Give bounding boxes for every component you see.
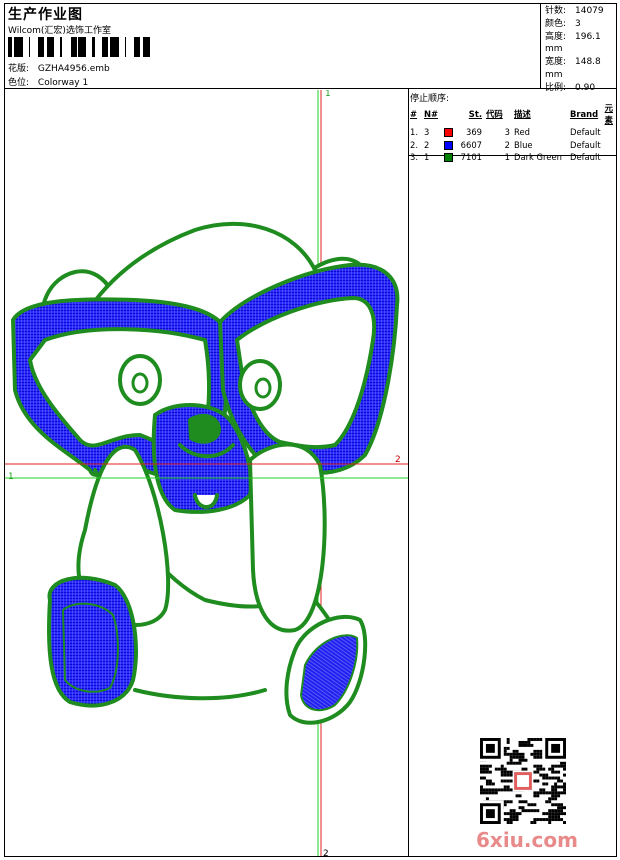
right-paw [248, 442, 327, 633]
table-header: # N# St. 代码 描述 Brand 元素 [410, 103, 613, 125]
marker-left: 1 [8, 472, 14, 482]
qr-code [480, 738, 566, 824]
watermark: 6xiu.com [476, 828, 578, 852]
color-swatch-green [444, 153, 453, 163]
design-label: 花版: [8, 64, 30, 74]
table-row: 2. 2 6607 2 Blue Default [410, 139, 601, 150]
left-pupil [131, 372, 149, 394]
colorway: 色位: Colorway 1 [8, 75, 88, 88]
colorway-label: 色位: [8, 78, 30, 88]
marker-right: 2 [395, 455, 401, 465]
stat-height: 高度: 196.1 mm [545, 31, 601, 55]
table-row: 3. 1 7101 1 Dark Green Default [410, 152, 601, 163]
nose [188, 413, 221, 444]
panel-divider [408, 88, 409, 857]
marker-bottom: 2 [323, 849, 329, 856]
left-sole [62, 602, 119, 693]
design-value: GZHA4956.emb [37, 64, 110, 74]
color-table: # N# St. 代码 描述 Brand 元素 1. 3 369 3 Red D… [408, 102, 620, 164]
design-name: 花版: GZHA4956.emb [8, 61, 110, 74]
table-row: 1. 3 369 3 Red Default [410, 127, 601, 138]
embroidery-design: 1 2 1 2 [5, 90, 408, 856]
bear-embroidery [11, 221, 400, 725]
marker-top: 1 [325, 90, 331, 99]
stat-stitches: 针数: 14079 [545, 6, 604, 16]
color-swatch-blue [444, 140, 453, 150]
colorway-value: Colorway 1 [37, 78, 89, 88]
page-title: 生产作业图 [8, 7, 83, 23]
stat-colors: 颜色: 3 [545, 18, 581, 29]
stat-width: 宽度: 148.8 mm [545, 57, 601, 80]
color-swatch-red [444, 128, 453, 138]
company-name: Wilcom(汇宏)选饰工作室 [8, 26, 111, 36]
belly-line [133, 688, 267, 701]
right-pupil [254, 377, 272, 399]
stat-scale: 比例: 0.90 [545, 82, 596, 93]
stats-divider [540, 3, 541, 89]
header-divider [4, 88, 617, 89]
tongue [193, 493, 219, 509]
stats-block: 针数: 14079 颜色: 3 高度: 196.1 mm 宽度: 148.8 mm 比例… [545, 5, 620, 95]
barcode [8, 37, 150, 57]
